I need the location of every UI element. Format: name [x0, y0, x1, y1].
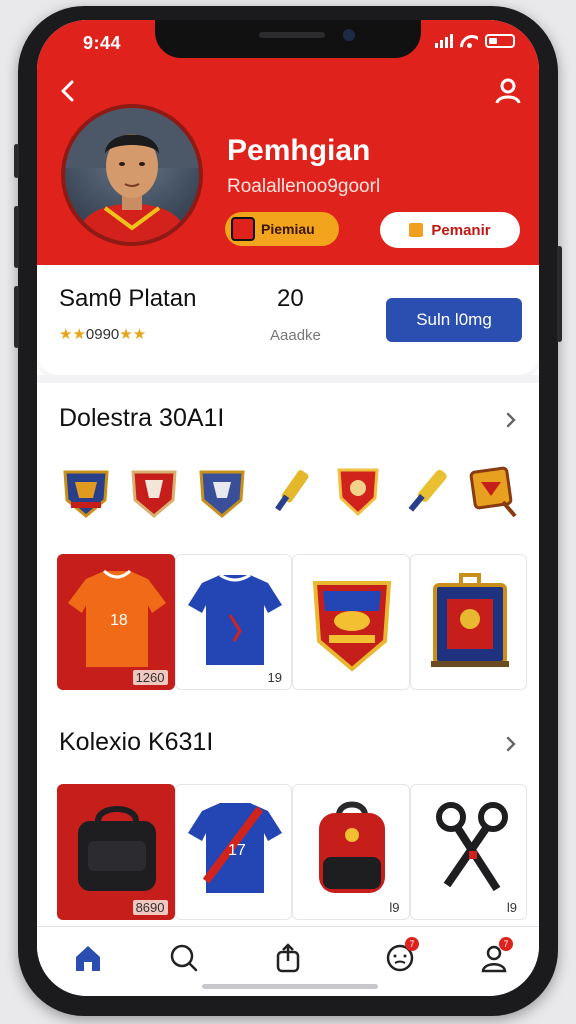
star-icon: ★★	[119, 326, 147, 343]
shield-badge-icon[interactable]	[127, 464, 181, 520]
item-tag: 1260	[132, 670, 168, 685]
status-time: 9:44	[83, 33, 122, 53]
player-portrait	[65, 108, 199, 242]
blue-jersey-icon: 17	[187, 803, 282, 893]
items-row: 8690 17 l9 l9	[57, 784, 527, 920]
badge-button[interactable]: Piemiau	[225, 212, 339, 246]
section-more-button[interactable]	[501, 734, 521, 754]
svg-text:17: 17	[228, 842, 246, 859]
star-icon: ★★	[59, 326, 86, 343]
notification-badge: 7	[499, 937, 513, 951]
signal-icon	[435, 34, 453, 48]
rating-text: 0990	[85, 326, 120, 343]
status-icons	[435, 34, 515, 48]
pill-button[interactable]: Pemanir	[380, 212, 520, 248]
item-card[interactable]: l9	[409, 784, 527, 920]
account-button[interactable]	[493, 76, 523, 106]
shield-badge-icon[interactable]	[195, 464, 249, 520]
wifi-icon	[460, 35, 478, 48]
stats-number: 20	[277, 285, 304, 312]
volume-down-button	[14, 286, 19, 348]
stats-name: Samθ Platan	[59, 285, 197, 312]
stats-card: Samθ Platan ★★0990★★ 20 Aaadke Suln l0mg	[37, 265, 539, 375]
item-tag: 8690	[132, 900, 168, 915]
search-icon	[170, 944, 198, 972]
mute-switch	[14, 144, 19, 178]
pill-label: Pemanir	[431, 221, 491, 239]
tab-profile[interactable]: 7	[477, 937, 513, 975]
shield-badge-icon[interactable]	[59, 464, 113, 520]
tab-messages[interactable]: 7	[383, 937, 419, 975]
volume-up-button	[14, 206, 19, 268]
share-icon	[276, 943, 300, 973]
items-row: 18 1260 19	[57, 554, 527, 690]
back-button[interactable]	[53, 76, 83, 106]
notch	[155, 20, 421, 58]
app-screen: 9:44 Pemhgian Roalallenoo9goorl Piemiau …	[37, 20, 539, 996]
section-title: Kolexio K631I	[59, 728, 214, 756]
section-more-button[interactable]	[501, 410, 521, 430]
profile-subtitle: Roalallenoo9goorl	[227, 176, 381, 197]
item-tag: 19	[264, 670, 285, 685]
svg-text:18: 18	[110, 612, 128, 629]
crest-badge-icon	[312, 581, 392, 672]
item-card[interactable]: 8690	[57, 784, 175, 920]
item-tag: l9	[503, 900, 520, 915]
item-card[interactable]: 18 1260	[57, 554, 175, 690]
notification-badge: 7	[405, 937, 419, 951]
box-trophy-icon	[430, 573, 509, 667]
item-card[interactable]	[292, 554, 410, 690]
item-card[interactable]: 19	[174, 554, 292, 690]
cricket-bat-icon[interactable]	[263, 464, 317, 520]
stats-rating: ★★0990★★	[59, 325, 146, 343]
tab-home[interactable]	[71, 941, 105, 975]
item-tag: l9	[386, 900, 403, 915]
tab-share[interactable]	[271, 941, 305, 975]
home-indicator	[202, 984, 378, 989]
badge-label: Piemiau	[261, 221, 315, 237]
shield-badge-icon[interactable]	[331, 464, 385, 520]
battery-icon	[485, 34, 515, 48]
back-arrow-icon	[61, 80, 74, 102]
user-group-icon	[495, 78, 521, 104]
item-card[interactable]: 17	[174, 784, 292, 920]
avatar	[61, 104, 203, 246]
badges-row	[59, 462, 521, 522]
cta-button[interactable]: Suln l0mg	[386, 298, 522, 342]
chevron-right-icon	[506, 412, 516, 428]
home-icon	[76, 946, 100, 971]
chevron-right-icon	[506, 736, 516, 752]
section-divider	[37, 375, 539, 383]
item-card[interactable]	[409, 554, 527, 690]
item-card[interactable]: l9	[292, 784, 410, 920]
badge-icon	[231, 217, 255, 241]
stats-number-label: Aaadke	[270, 327, 321, 344]
tab-search[interactable]	[167, 941, 201, 975]
power-button	[557, 246, 562, 342]
tag-icon	[409, 223, 424, 237]
profile-name: Pemhgian	[227, 134, 371, 167]
flag-badge-icon[interactable]	[467, 464, 521, 520]
section-title: Dolestra 30A1I	[59, 404, 225, 432]
cricket-bat-icon[interactable]	[399, 464, 453, 520]
